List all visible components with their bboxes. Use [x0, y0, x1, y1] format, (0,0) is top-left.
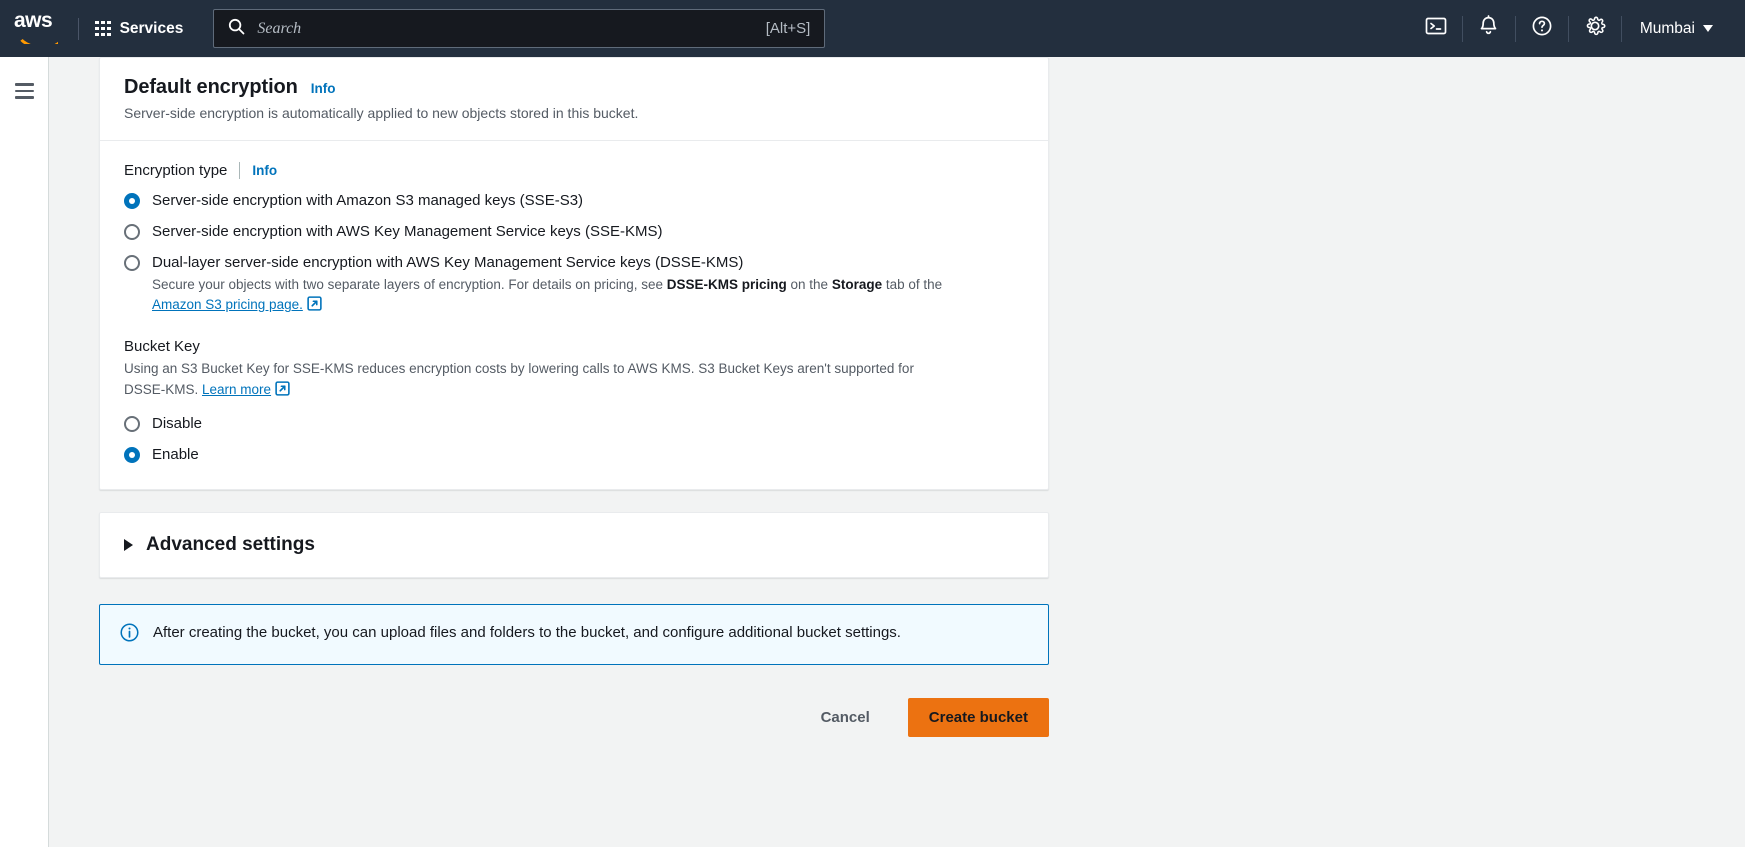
search-placeholder-text: Search — [257, 19, 302, 37]
default-encryption-info-link[interactable]: Info — [311, 81, 336, 96]
encryption-type-label: Encryption type — [124, 161, 228, 179]
encryption-type-info-link[interactable]: Info — [252, 163, 277, 178]
radio-label-enable: Enable — [152, 446, 199, 464]
info-alert-banner: After creating the bucket, you can uploa… — [99, 604, 1049, 666]
chevron-right-icon — [124, 539, 133, 552]
region-label: Mumbai — [1639, 19, 1695, 37]
card-body: Encryption type Info Server-side encrypt… — [100, 141, 1048, 490]
help-button[interactable] — [1516, 0, 1568, 57]
dsse-pricing-bold: DSSE-KMS pricing — [666, 277, 787, 293]
create-bucket-button[interactable]: Create bucket — [907, 698, 1049, 738]
radio-option-sse-s3[interactable]: Server-side encryption with Amazon S3 ma… — [124, 191, 1024, 211]
nav-right-group: Mumbai — [1410, 0, 1745, 57]
external-link-icon[interactable] — [307, 296, 322, 317]
page-title: Default encryption — [124, 76, 298, 98]
radio-label-dsse-kms: Dual-layer server-side encryption with A… — [152, 254, 744, 272]
notifications-button[interactable] — [1463, 0, 1515, 57]
cancel-button[interactable]: Cancel — [807, 700, 884, 735]
default-encryption-card: Default encryption Info Server-side encr… — [99, 57, 1049, 491]
left-navigation-rail — [0, 57, 49, 847]
help-question-icon — [1531, 15, 1553, 42]
encryption-type-label-row: Encryption type Info — [124, 161, 1024, 179]
main-content-area: Default encryption Info Server-side encr… — [49, 57, 1745, 847]
radio-indicator-sse-s3[interactable] — [124, 192, 140, 209]
storage-tab-bold: Storage — [831, 277, 883, 293]
top-navigation-bar: aws Services Search [Alt+S] Mumbai — [0, 0, 1745, 57]
advanced-settings-title: Advanced settings — [146, 534, 315, 556]
radio-option-bucket-key-disable[interactable]: Disable — [124, 414, 1024, 434]
card-header: Default encryption Info Server-side encr… — [100, 58, 1048, 141]
settings-gear-icon — [1584, 15, 1606, 42]
radio-label-disable: Disable — [152, 414, 203, 432]
cloudshell-button[interactable] — [1410, 0, 1462, 57]
content-inner-wrapper: Default encryption Info Server-side encr… — [49, 57, 1049, 767]
card-title-row: Default encryption Info — [124, 76, 1024, 99]
radio-indicator-dsse-kms[interactable] — [124, 255, 140, 272]
external-link-icon[interactable] — [275, 381, 290, 402]
global-search-input[interactable]: Search [Alt+S] — [213, 9, 826, 48]
nav-divider — [78, 17, 79, 40]
radio-label-sse-s3: Server-side encryption with Amazon S3 ma… — [152, 191, 584, 209]
form-action-buttons: Cancel Create bucket — [99, 698, 1049, 767]
aws-logo-text: aws — [14, 8, 53, 32]
bucket-key-description: Using an S3 Bucket Key for SSE-KMS reduc… — [124, 359, 954, 402]
radio-indicator-enable[interactable] — [124, 447, 140, 464]
radio-option-sse-kms[interactable]: Server-side encryption with AWS Key Mana… — [124, 222, 1024, 242]
dsse-desc-text-1: Secure your objects with two separate la… — [152, 277, 667, 293]
services-label: Services — [119, 19, 184, 37]
radio-label-sse-kms: Server-side encryption with AWS Key Mana… — [152, 222, 663, 240]
aws-logo-smile — [16, 31, 58, 44]
amazon-s3-pricing-page-link[interactable]: Amazon S3 pricing page. — [152, 297, 303, 312]
grid-menu-icon — [95, 20, 111, 37]
dsse-desc-text-3: tab of the — [882, 277, 943, 293]
radio-indicator-disable[interactable] — [124, 415, 140, 432]
chevron-down-icon — [1703, 25, 1713, 32]
region-selector[interactable]: Mumbai — [1622, 12, 1727, 46]
dsse-kms-description: Secure your objects with two separate la… — [152, 275, 964, 316]
services-menu-button[interactable]: Services — [83, 12, 195, 46]
card-subtitle: Server-side encryption is automatically … — [124, 105, 639, 121]
search-icon — [228, 18, 245, 40]
page-body: Default encryption Info Server-side encr… — [0, 57, 1745, 847]
hamburger-menu-icon[interactable] — [14, 83, 34, 99]
bucket-key-learn-more-link[interactable]: Learn more — [202, 382, 271, 397]
settings-button[interactable] — [1569, 0, 1621, 57]
advanced-settings-section[interactable]: Advanced settings — [99, 512, 1049, 579]
dsse-desc-text-2: on the — [786, 277, 832, 293]
cloudshell-terminal-icon — [1425, 15, 1447, 42]
label-divider — [239, 161, 241, 179]
radio-option-bucket-key-enable[interactable]: Enable — [124, 445, 1024, 465]
radio-indicator-sse-kms[interactable] — [124, 223, 140, 240]
info-alert-text: After creating the bucket, you can uploa… — [153, 624, 901, 642]
radio-option-dsse-kms[interactable]: Dual-layer server-side encryption with A… — [124, 253, 1024, 273]
info-circle-icon — [120, 623, 139, 647]
notifications-bell-icon — [1478, 15, 1499, 42]
bucket-key-label: Bucket Key — [124, 338, 200, 356]
search-shortcut-hint: [Alt+S] — [765, 20, 811, 37]
aws-logo[interactable]: aws — [14, 8, 66, 47]
